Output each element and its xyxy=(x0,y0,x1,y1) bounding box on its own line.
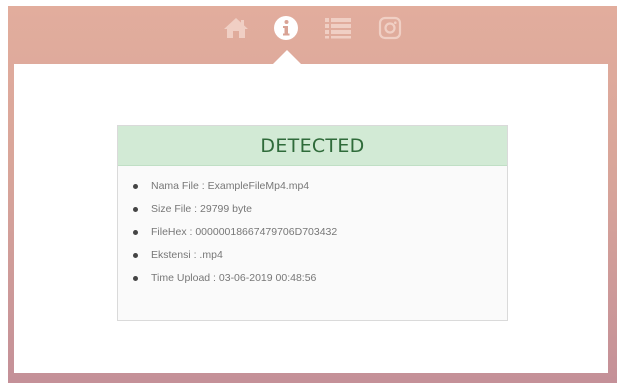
active-tab-pointer xyxy=(273,50,301,64)
list-icon xyxy=(325,18,351,39)
nav-list[interactable] xyxy=(324,14,352,42)
result-card: DETECTED Nama File : ExampleFileMp4.mp4 … xyxy=(117,125,508,321)
file-info-list: Nama File : ExampleFileMp4.mp4 Size File… xyxy=(118,166,507,291)
upload-time-item: Time Upload : 03-06-2019 00:48:56 xyxy=(133,268,507,291)
nav-info[interactable] xyxy=(272,14,300,42)
instagram-icon xyxy=(378,16,402,40)
file-hex-item: FileHex : 00000018667479706D703432 xyxy=(133,222,507,245)
nav-home[interactable] xyxy=(222,14,250,42)
file-name-item: Nama File : ExampleFileMp4.mp4 xyxy=(133,176,507,199)
result-header: DETECTED xyxy=(118,126,507,166)
page-frame: DETECTED Nama File : ExampleFileMp4.mp4 … xyxy=(8,6,617,383)
file-extension-item: Ekstensi : .mp4 xyxy=(133,245,507,268)
home-icon xyxy=(224,18,248,38)
content-panel: DETECTED Nama File : ExampleFileMp4.mp4 … xyxy=(14,64,608,373)
nav-instagram[interactable] xyxy=(376,14,404,42)
file-size-item: Size File : 29799 byte xyxy=(133,199,507,222)
result-title: DETECTED xyxy=(260,134,365,157)
info-icon xyxy=(274,16,298,40)
top-nav xyxy=(8,6,617,64)
